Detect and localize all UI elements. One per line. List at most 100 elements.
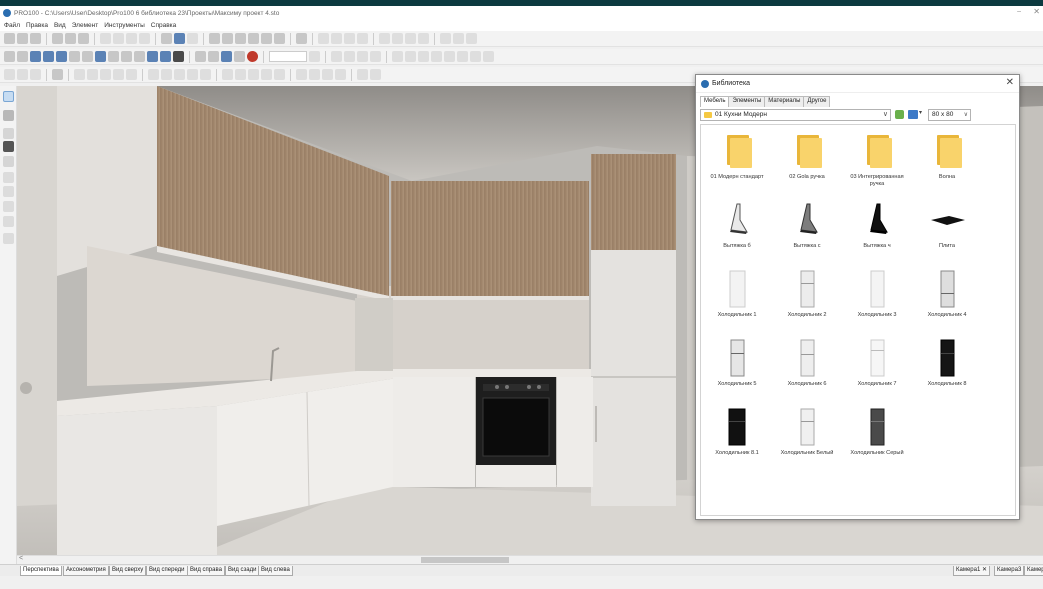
arrange-icon[interactable] [457,51,468,62]
tool-icon[interactable] [3,186,14,197]
edit-tool-icon[interactable] [222,69,233,80]
save-icon[interactable] [30,33,41,44]
tab-other[interactable]: Другое [803,96,831,107]
arrange-icon[interactable] [444,51,455,62]
tab-axonometry[interactable]: Аксонометрия [63,566,109,576]
tab-camera-partial[interactable]: Камер [1024,566,1043,576]
library-item[interactable]: Холодильник Серый [843,403,911,467]
library-item[interactable]: Вытяжка с [773,196,841,260]
arrange-icon[interactable] [392,51,403,62]
zoom-icon[interactable] [221,51,232,62]
menu-tools[interactable]: Инструменты [104,22,145,29]
library-item[interactable]: Холодильник 5 [703,334,771,398]
distribute-icon[interactable] [405,33,416,44]
delete-icon[interactable] [139,33,150,44]
print-preview-icon[interactable] [78,33,89,44]
align-icon[interactable] [318,33,329,44]
edit-tool-icon[interactable] [261,69,272,80]
library-item[interactable]: Холодильник 7 [843,334,911,398]
library-item[interactable]: Вытяжка ч [843,196,911,260]
distribute-icon[interactable] [392,33,403,44]
arrange-icon[interactable] [405,51,416,62]
edit-tool-icon[interactable] [4,69,15,80]
camera1-close-icon[interactable]: ✕ [982,567,987,573]
edit-tool-icon[interactable] [100,69,111,80]
link-icon[interactable] [440,33,451,44]
paste-icon[interactable] [126,33,137,44]
close-window-button[interactable]: ✕ [1033,7,1040,16]
menu-view[interactable]: Вид [54,22,66,29]
print-icon[interactable] [65,33,76,44]
cut-icon[interactable] [100,33,111,44]
details-icon[interactable] [235,33,246,44]
library-item[interactable]: 02 Gola ручка [773,127,841,191]
tab-materials[interactable]: Материалы [764,96,805,107]
edit-tool-icon[interactable] [200,69,211,80]
shading-icon[interactable] [160,51,171,62]
edit-tool-icon[interactable] [274,69,285,80]
view-mode-icon[interactable] [4,51,15,62]
scroll-left-arrow[interactable]: < [19,555,23,562]
align-icon[interactable] [357,33,368,44]
tab-elements[interactable]: Элементы [728,96,766,107]
arrange-icon[interactable] [418,51,429,62]
view-mode-icon[interactable] [95,51,106,62]
viewport-scrollbar[interactable]: < [17,555,1043,564]
library-item[interactable]: Холодильник 8 [913,334,981,398]
open-file-icon[interactable] [17,33,28,44]
render-icon[interactable] [121,51,132,62]
align-icon[interactable] [344,33,355,44]
render-icon[interactable] [134,51,145,62]
edit-tool-icon[interactable] [357,69,368,80]
tab-back-view[interactable]: Вид сзади [225,566,260,576]
library-item[interactable]: Холодильник Белый [773,403,841,467]
zoom-tool-icon[interactable] [3,233,14,244]
edit-tool-icon[interactable] [161,69,172,80]
link-icon[interactable] [466,33,477,44]
measure-icon[interactable] [357,51,368,62]
library-item[interactable]: 01 Модерн стандарт [703,127,771,191]
edit-tool-icon[interactable] [148,69,159,80]
view-mode-icon[interactable] [56,51,67,62]
library-item[interactable]: Холодильник 1 [703,265,771,329]
tab-camera1[interactable]: Камера1 ✕ [953,566,991,576]
edit-tool-icon[interactable] [126,69,137,80]
view-mode-icon[interactable] [30,51,41,62]
menu-edit[interactable]: Правка [26,22,48,29]
library-item[interactable]: Холодильник 3 [843,265,911,329]
edit-tool-icon[interactable] [17,69,28,80]
library-item[interactable]: Холодильник 2 [773,265,841,329]
tab-front-view[interactable]: Вид спереди [146,566,188,576]
multi-select-icon[interactable] [3,110,14,121]
zoom-fit-icon[interactable] [309,51,320,62]
distribute-icon[interactable] [418,33,429,44]
thumbnail-size-select[interactable]: 80 x 80 ∨ [928,109,971,121]
group-icon[interactable] [187,33,198,44]
tab-top-view[interactable]: Вид сверху [109,566,147,576]
library-path-select[interactable]: 01 Кухни Модерн ∨ [700,109,891,121]
arrange-icon[interactable] [431,51,442,62]
library-item[interactable]: 03 Интегрированная ручка [843,127,911,191]
view-mode-icon[interactable] [82,51,93,62]
materials-icon[interactable] [274,33,285,44]
edit-tool-icon[interactable] [296,69,307,80]
view-mode-icon[interactable] [908,110,918,119]
drawings-icon[interactable] [261,33,272,44]
tool-icon[interactable] [3,201,14,212]
new-file-icon[interactable] [4,33,15,44]
minimize-button[interactable]: – [1017,8,1021,15]
sum-icon[interactable] [296,33,307,44]
edit-tool-icon[interactable] [174,69,185,80]
rotate-tool-icon[interactable] [3,128,14,139]
zoom-combo[interactable] [269,51,307,62]
record-icon[interactable] [247,51,258,62]
tab-right-view[interactable]: Вид справа [187,566,225,576]
select-arrow-icon[interactable] [3,91,14,102]
menu-file[interactable]: Файл [4,22,20,29]
measure-icon[interactable] [331,51,342,62]
tab-perspective[interactable]: Перспектива [20,566,62,576]
pan-icon[interactable] [208,51,219,62]
edit-tool-icon[interactable] [322,69,333,80]
tab-camera3[interactable]: Камера3 [994,566,1025,576]
library-item[interactable]: Холодильник 6 [773,334,841,398]
